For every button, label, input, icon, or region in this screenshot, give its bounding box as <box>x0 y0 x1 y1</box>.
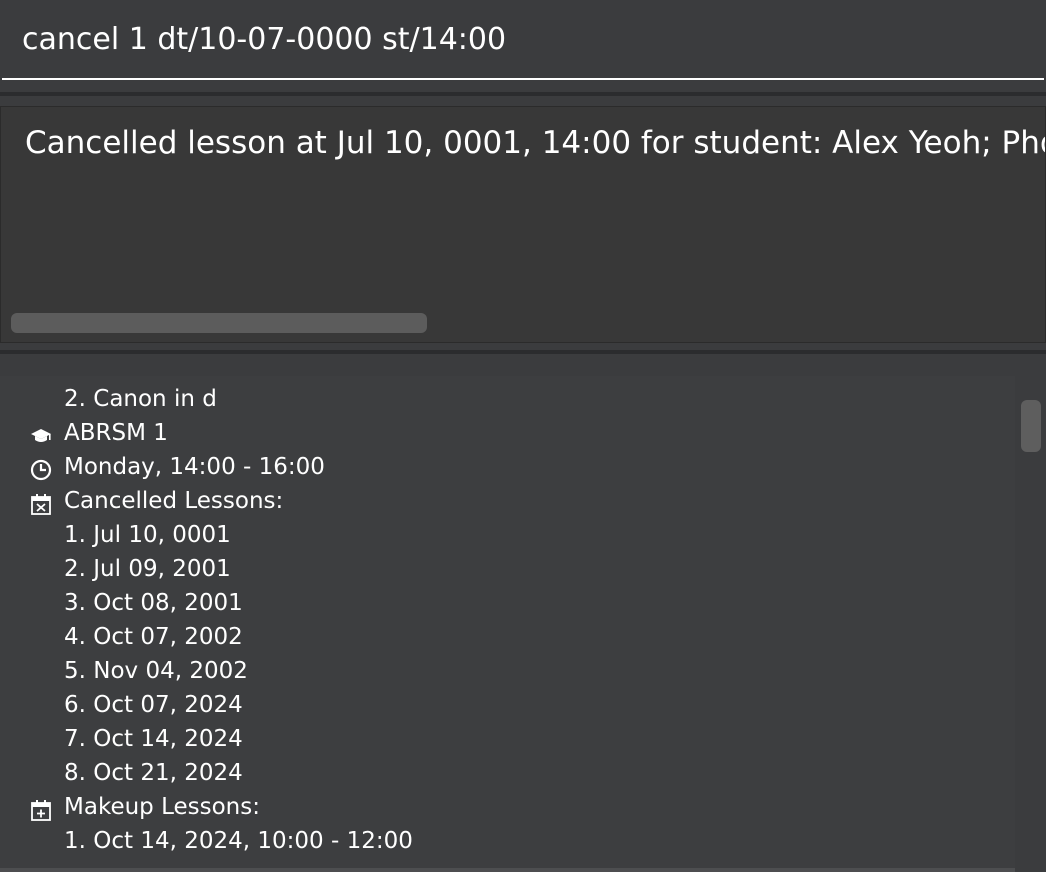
cancelled-lesson: 2. Jul 09, 2001 <box>64 556 231 582</box>
horizontal-scrollbar[interactable] <box>11 313 427 333</box>
command-input[interactable] <box>2 0 1044 80</box>
divider <box>0 350 1046 354</box>
cancelled-lesson: 8. Oct 21, 2024 <box>64 760 243 786</box>
vertical-scrollbar-thumb[interactable] <box>1021 400 1041 452</box>
cancelled-lesson: 7. Oct 14, 2024 <box>64 726 243 752</box>
cancelled-lesson: 1. Jul 10, 0001 <box>64 522 231 548</box>
result-display[interactable]: Cancelled lesson at Jul 10, 0001, 14:00 … <box>0 106 1046 343</box>
cancelled-lessons-label: Cancelled Lessons: <box>64 488 284 514</box>
student-list-panel[interactable]: 2. Canon in d ABRSM 1 Monday, 14:00 - 16… <box>0 376 1015 872</box>
result-message: Cancelled lesson at Jul 10, 0001, 14:00 … <box>25 125 1046 161</box>
clock-icon <box>30 457 52 481</box>
calendar-plus-icon <box>30 797 52 821</box>
cancelled-lesson: 5. Nov 04, 2002 <box>64 658 248 684</box>
makeup-lesson: 1. Oct 14, 2024, 10:00 - 12:00 <box>64 828 413 854</box>
command-box <box>0 0 1046 92</box>
divider <box>0 92 1046 96</box>
grade-text: ABRSM 1 <box>64 420 168 446</box>
cancelled-lesson: 3. Oct 08, 2001 <box>64 590 243 616</box>
calendar-x-icon <box>30 491 52 515</box>
cancelled-lesson: 4. Oct 07, 2002 <box>64 624 243 650</box>
graduation-cap-icon <box>30 423 52 445</box>
piece-line: 2. Canon in d <box>64 386 217 412</box>
divider <box>0 868 1015 872</box>
schedule-text: Monday, 14:00 - 16:00 <box>64 454 325 480</box>
cancelled-lesson: 6. Oct 07, 2024 <box>64 692 243 718</box>
makeup-lessons-label: Makeup Lessons: <box>64 794 260 820</box>
